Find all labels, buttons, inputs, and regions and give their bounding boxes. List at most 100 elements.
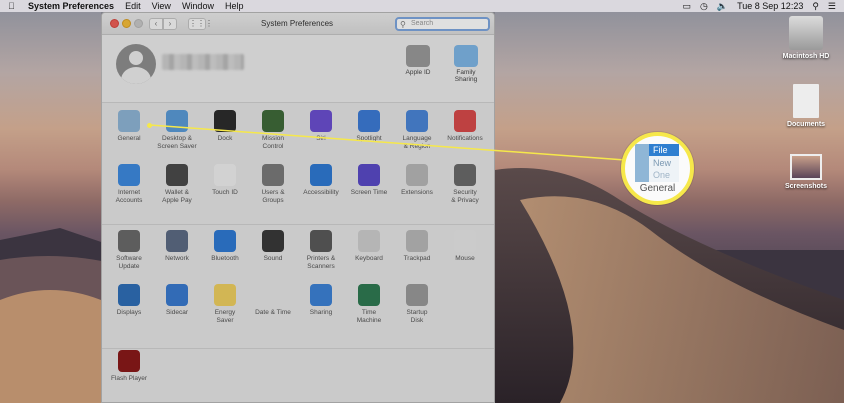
back-button[interactable]: ‹	[149, 18, 163, 30]
pref-sharing[interactable]: Sharing	[297, 284, 345, 317]
search-icon[interactable]: ⚲	[812, 0, 819, 12]
bluetooth-icon	[214, 230, 236, 252]
display-icon[interactable]: ▭	[683, 0, 692, 12]
forward-button[interactable]: ›	[163, 18, 177, 30]
pref-spotlight[interactable]: Spotlight	[345, 110, 393, 143]
pref-label: Wallet & Apple Pay	[162, 189, 192, 204]
pref-wallet-apple-pay[interactable]: Wallet & Apple Pay	[153, 164, 201, 205]
pref-extensions[interactable]: Extensions	[393, 164, 441, 197]
menu-window[interactable]: Window	[182, 1, 214, 11]
pref-trackpad[interactable]: Trackpad	[393, 230, 441, 263]
menu-help[interactable]: Help	[225, 1, 244, 11]
desktop-icon-label: Macintosh HD	[782, 53, 830, 60]
pref-printers-scanners[interactable]: Printers & Scanners	[297, 230, 345, 271]
displays-icon	[118, 284, 140, 306]
pref-label: Software Update	[116, 255, 142, 270]
screenshot-icon	[790, 154, 822, 180]
pref-label: Mission Control	[261, 135, 285, 150]
printers-scanners-icon	[310, 230, 332, 252]
user-avatar[interactable]	[116, 44, 156, 84]
pref-network[interactable]: Network	[153, 230, 201, 263]
pref-label: Spotlight	[356, 135, 382, 142]
internet-accounts-icon	[118, 164, 140, 186]
pref-internet-accounts[interactable]: Internet Accounts	[105, 164, 153, 205]
pref-general[interactable]: General	[105, 110, 153, 143]
pref-energy-saver[interactable]: Energy Saver	[201, 284, 249, 325]
pref-users-groups[interactable]: Users & Groups	[249, 164, 297, 205]
family-sharing-pref[interactable]: Family Sharing	[442, 45, 490, 83]
show-all-button[interactable]: ⋮⋮⋮	[188, 18, 213, 30]
pref-date-time[interactable]: Date & Time	[249, 284, 297, 317]
callout-icon-text-1: File	[653, 145, 668, 155]
time-machine-icon	[358, 284, 380, 306]
pref-accessibility[interactable]: Accessibility	[297, 164, 345, 197]
screen-time-icon	[358, 164, 380, 186]
desktop-icon-documents[interactable]: Documents	[771, 84, 841, 128]
menu-app-name[interactable]: System Preferences	[28, 1, 114, 11]
pref-label: Keyboard	[355, 255, 383, 262]
pref-label: Internet Accounts	[115, 189, 143, 204]
apple-id-label: Apple ID	[405, 69, 431, 76]
pref-label: Network	[165, 255, 189, 262]
desktop-icon-label: Screenshots	[784, 183, 828, 190]
pref-software-update[interactable]: Software Update	[105, 230, 153, 271]
pref-siri[interactable]: Siri	[297, 110, 345, 143]
pref-bluetooth[interactable]: Bluetooth	[201, 230, 249, 263]
pref-flash-player[interactable]: Flash Player	[105, 350, 153, 383]
pref-keyboard[interactable]: Keyboard	[345, 230, 393, 263]
mouse-icon	[454, 230, 476, 252]
pref-label: Time Machine	[356, 309, 382, 324]
pref-label: Startup Disk	[406, 309, 428, 324]
pref-label: Sound	[263, 255, 283, 262]
pref-sound[interactable]: Sound	[249, 230, 297, 263]
family-sharing-icon	[454, 45, 478, 67]
search-field[interactable]: ⚲ Search	[395, 17, 490, 31]
pref-mouse[interactable]: Mouse	[441, 230, 489, 263]
pref-displays[interactable]: Displays	[105, 284, 153, 317]
apple-id-pref[interactable]: Apple ID	[394, 45, 442, 76]
close-button[interactable]	[110, 19, 119, 28]
pref-sidecar[interactable]: Sidecar	[153, 284, 201, 317]
menu-datetime[interactable]: Tue 8 Sep 12:23	[737, 1, 803, 11]
document-icon	[793, 84, 819, 118]
general-callout: File New One General	[621, 132, 694, 205]
menu-view[interactable]: View	[152, 1, 171, 11]
pref-label: Language & Region	[402, 135, 432, 150]
apple-menu-icon[interactable]: 	[8, 1, 20, 11]
pref-desktop-screen-saver[interactable]: Desktop & Screen Saver	[153, 110, 201, 151]
time-machine-icon[interactable]: ◷	[700, 0, 708, 12]
control-center-icon[interactable]: ☰	[828, 0, 836, 12]
general-icon	[118, 110, 140, 132]
pref-label: Security & Privacy	[451, 189, 479, 204]
energy-saver-icon	[214, 284, 236, 306]
pref-label: Printers & Scanners	[306, 255, 336, 270]
pref-startup-disk[interactable]: Startup Disk	[393, 284, 441, 325]
callout-caption: General	[639, 183, 676, 194]
menu-edit[interactable]: Edit	[125, 1, 141, 11]
pref-time-machine[interactable]: Time Machine	[345, 284, 393, 325]
pref-mission-control[interactable]: Mission Control	[249, 110, 297, 151]
blurred-user-name	[162, 54, 244, 70]
pref-screen-time[interactable]: Screen Time	[345, 164, 393, 197]
desktop-icon-label: Documents	[786, 121, 826, 128]
startup-disk-icon	[406, 284, 428, 306]
language-region-icon	[406, 110, 428, 132]
zoom-button[interactable]	[134, 19, 143, 28]
desktop-icon-screenshots[interactable]: Screenshots	[771, 154, 841, 190]
pref-label: Date & Time	[255, 309, 291, 316]
users-groups-icon	[262, 164, 284, 186]
volume-icon[interactable]: 🔈	[717, 0, 728, 12]
pref-language-region[interactable]: Language & Region	[393, 110, 441, 151]
desktop-icon-macintosh-hd[interactable]: Macintosh HD	[771, 16, 841, 60]
minimize-button[interactable]	[122, 19, 131, 28]
pref-label: Siri	[316, 135, 326, 142]
search-placeholder: Search	[411, 20, 434, 27]
pref-label: Screen Time	[350, 189, 388, 196]
pref-dock[interactable]: Dock	[201, 110, 249, 143]
sound-icon	[262, 230, 284, 252]
apple-id-icon	[406, 45, 430, 67]
pref-touch-id[interactable]: Touch ID	[201, 164, 249, 197]
pref-security-privacy[interactable]: Security & Privacy	[441, 164, 489, 205]
pref-notifications[interactable]: Notifications	[441, 110, 489, 143]
pref-label: Bluetooth	[211, 255, 239, 262]
